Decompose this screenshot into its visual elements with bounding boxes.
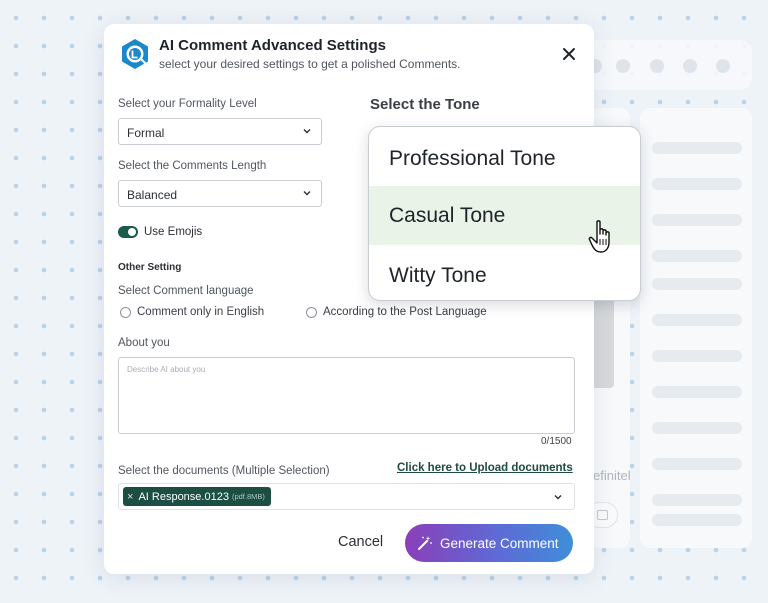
background-line xyxy=(652,178,742,190)
background-line xyxy=(652,250,742,262)
image-icon xyxy=(597,510,608,520)
language-label: Select Comment language xyxy=(118,285,254,297)
chip-remove-icon[interactable]: × xyxy=(127,491,133,503)
dialog-title: AI Comment Advanced Settings xyxy=(159,37,386,54)
background-line xyxy=(652,494,742,506)
tone-title: Select the Tone xyxy=(370,96,480,113)
chip-filename: AI Response.0123 xyxy=(138,490,229,503)
length-label: Select the Comments Length xyxy=(118,160,267,172)
radio-label: According to the Post Language xyxy=(323,306,487,318)
close-icon[interactable] xyxy=(559,44,579,64)
about-placeholder: Describe AI about you xyxy=(127,365,206,374)
background-line xyxy=(652,142,742,154)
about-textarea[interactable]: Describe AI about you xyxy=(118,357,575,434)
background-line xyxy=(652,422,742,434)
background-panel xyxy=(640,108,752,548)
other-setting-heading: Other Setting xyxy=(118,262,182,273)
upload-documents-link[interactable]: Click here to Upload documents xyxy=(397,462,573,474)
about-label: About you xyxy=(118,337,170,349)
formality-value: Formal xyxy=(127,126,165,140)
formality-label: Select your Formality Level xyxy=(118,98,257,110)
chevron-down-icon xyxy=(303,129,311,134)
background-line xyxy=(652,386,742,398)
emoji-toggle[interactable] xyxy=(118,226,138,238)
background-text: efinitel xyxy=(593,468,631,483)
background-line xyxy=(652,278,742,290)
chevron-down-icon xyxy=(303,191,311,196)
radio-circle xyxy=(306,306,317,318)
background-line xyxy=(652,214,742,226)
app-logo-icon xyxy=(122,39,148,69)
background-dot xyxy=(716,59,730,73)
magic-wand-icon xyxy=(418,536,432,550)
radio-label: Comment only in English xyxy=(137,306,265,318)
chip-filesize: (pdf.8MB) xyxy=(231,492,265,501)
background-line xyxy=(652,350,742,362)
background-line xyxy=(652,314,742,326)
background-dot xyxy=(683,59,697,73)
formality-select[interactable]: Formal xyxy=(118,118,322,145)
chevron-down-icon xyxy=(554,495,562,500)
background-line xyxy=(652,514,742,526)
tone-option-professional[interactable]: Professional Tone xyxy=(369,129,640,188)
documents-select[interactable]: × AI Response.0123 (pdf.8MB) xyxy=(118,483,575,510)
hand-pointer-icon xyxy=(588,220,610,253)
background-dot xyxy=(650,59,664,73)
dialog-subtitle: select your desired settings to get a po… xyxy=(159,57,461,71)
generate-comment-label: Generate Comment xyxy=(440,535,559,551)
radio-post-language[interactable]: According to the Post Language xyxy=(306,306,487,318)
generate-comment-button[interactable]: Generate Comment xyxy=(405,524,573,562)
emoji-toggle-label: Use Emojis xyxy=(144,226,203,238)
background-line xyxy=(652,458,742,470)
length-select[interactable]: Balanced xyxy=(118,180,322,207)
radio-circle xyxy=(120,306,131,318)
documents-label: Select the documents (Multiple Selection… xyxy=(118,465,330,477)
char-counter: 0/1500 xyxy=(541,436,572,447)
document-chip: × AI Response.0123 (pdf.8MB) xyxy=(123,487,271,506)
radio-english-only[interactable]: Comment only in English xyxy=(120,306,264,318)
cancel-button[interactable]: Cancel xyxy=(338,534,383,550)
background-dot xyxy=(616,59,630,73)
tone-dropdown: Professional Tone Casual Tone Witty Tone xyxy=(368,126,641,301)
length-value: Balanced xyxy=(127,188,178,202)
